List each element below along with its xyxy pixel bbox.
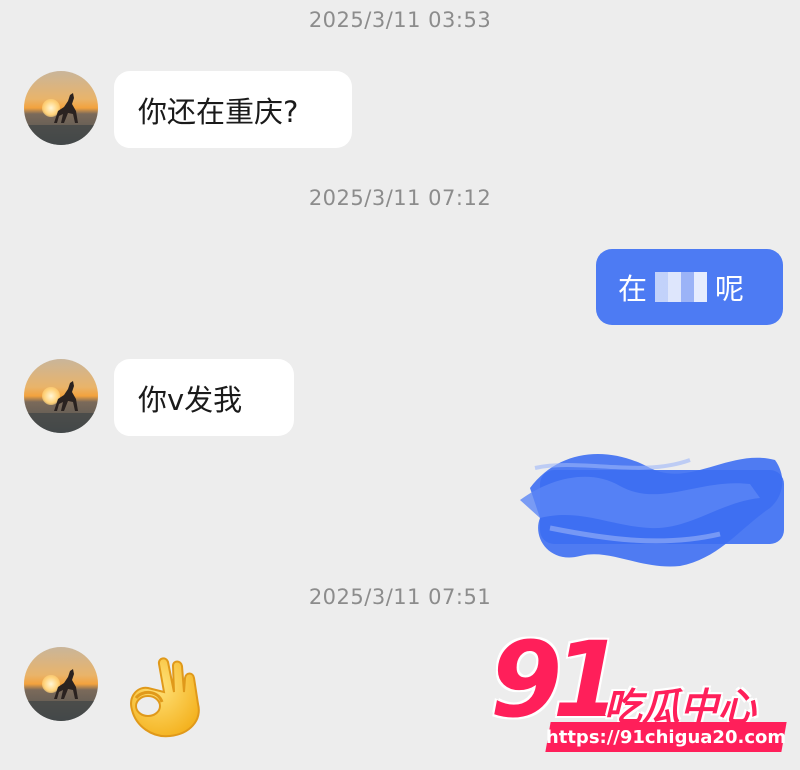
timestamp: 2025/3/11 07:51 — [308, 585, 492, 609]
message-text-prefix: 在 — [618, 272, 648, 306]
message-text: 你还在重庆? — [138, 94, 299, 129]
outgoing-message[interactable]: 在 呢 — [596, 249, 783, 325]
incoming-message[interactable]: 你还在重庆? — [114, 71, 352, 148]
message-text: 你v发我 — [138, 382, 243, 417]
horse-rider-icon — [24, 93, 98, 145]
ok-hand-emoji-icon[interactable] — [118, 648, 214, 744]
watermark-url: https://91chigua20.com — [545, 722, 787, 752]
message-text-suffix: 呢 — [715, 272, 745, 306]
watermark-url-text: https://91chigua20.com — [545, 726, 787, 748]
avatar[interactable] — [24, 647, 98, 721]
redacted-mosaic — [655, 272, 708, 302]
watermark-logo-number: 91 — [490, 619, 625, 741]
timestamp: 2025/3/11 07:12 — [308, 186, 492, 210]
incoming-message[interactable]: 你v发我 — [114, 359, 294, 436]
horse-rider-icon — [24, 669, 98, 721]
avatar[interactable] — [24, 359, 98, 433]
timestamp: 2025/3/11 03:53 — [308, 8, 492, 32]
redaction-scribble — [520, 454, 784, 567]
horse-rider-icon — [24, 381, 98, 433]
avatar[interactable] — [24, 71, 98, 145]
